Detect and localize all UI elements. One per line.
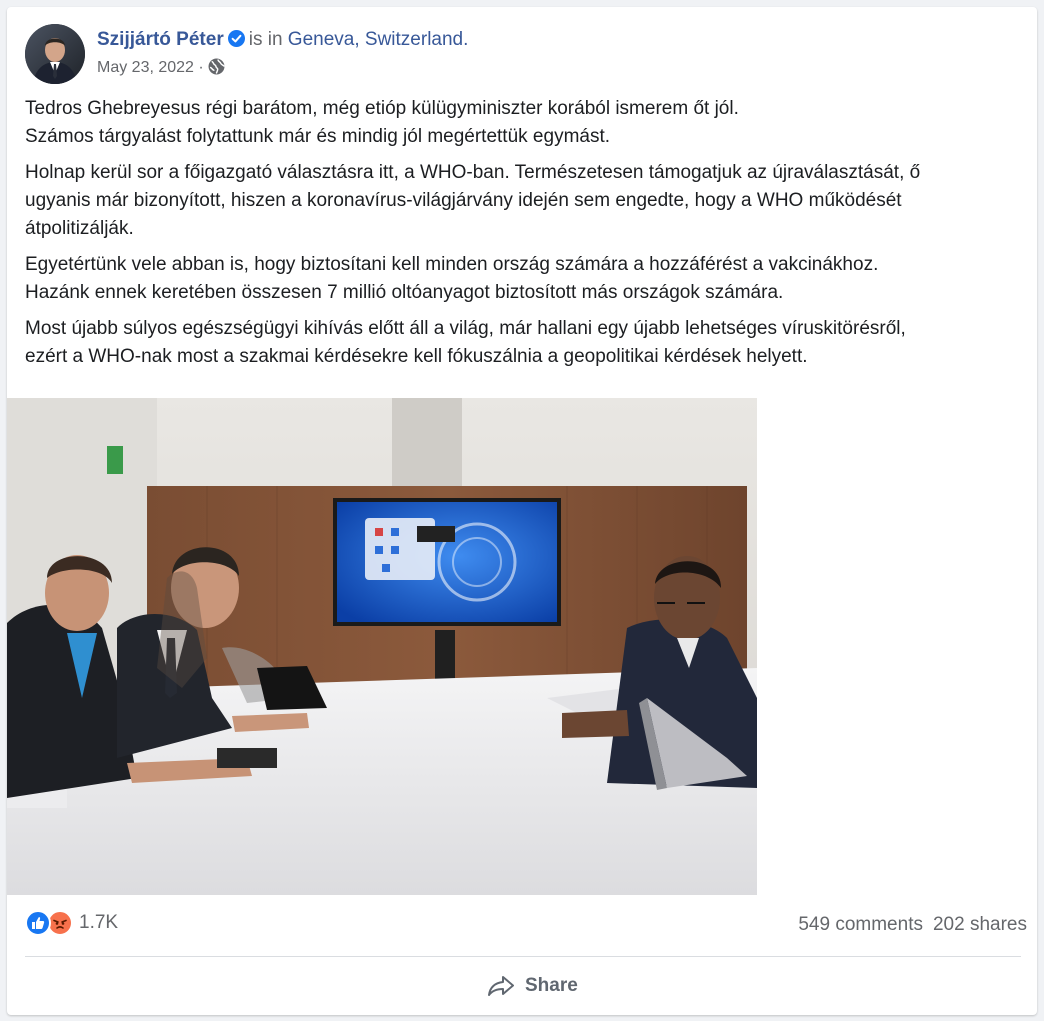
post-line: ezért a WHO-nak most a szakmai kérdésekr… [25,346,808,367]
post-paragraph: Tedros Ghebreyesus régi barátom, még eti… [25,95,1025,151]
location-link[interactable]: Geneva, Switzerland. [288,29,469,50]
reaction-count[interactable]: 1.7K [79,912,118,934]
post-paragraph: Holnap kerül sor a főigazgató választásr… [25,159,1025,243]
post-line: Tedros Ghebreyesus régi barátom, még eti… [25,98,739,119]
post-date[interactable]: May 23, 2022 [97,59,194,76]
shares-count[interactable]: 202 shares [933,914,1027,935]
meta-separator: · [198,59,204,76]
checkin-prefix: is in [248,29,283,50]
post-line: Hazánk ennek keretében összesen 7 millió… [25,282,784,303]
post-header: Szijjártó Péter is in Geneva, Switzerland… [25,24,1015,84]
post-meta: May 23, 2022 · [97,58,225,78]
post-text: Tedros Ghebreyesus régi barátom, még eti… [25,95,1025,379]
share-button[interactable]: Share [487,969,578,1003]
reactions-summary[interactable]: 1.7K [25,910,118,936]
post-line: átpolitizálják. [25,218,134,239]
engagement-counts: 549 comments 202 shares [798,914,1027,936]
post-paragraph: Most újabb súlyos egészségügyi kihívás e… [25,315,1025,371]
share-arrow-icon [488,976,514,996]
like-icon [25,910,51,936]
author-line: Szijjártó Péter is in Geneva, Switzerland… [97,28,468,52]
globe-icon[interactable] [208,58,225,75]
share-label: Share [525,975,578,996]
author-avatar[interactable] [25,24,85,84]
post-line: Most újabb súlyos egészségügyi kihívás e… [25,318,906,339]
comments-count[interactable]: 549 comments [798,914,923,935]
post-line: Holnap kerül sor a főigazgató választásr… [25,162,921,183]
verified-badge-icon [227,30,245,47]
post-stats: 1.7K 549 comments 202 shares [25,909,1027,939]
action-divider [25,956,1021,957]
post-line: Számos tárgyalást folytattunk már és min… [25,126,611,147]
post-photo[interactable] [7,398,757,895]
post-line: ugyanis már bizonyított, hiszen a korona… [25,190,902,211]
post-line: Egyetértünk vele abban is, hogy biztosít… [25,254,879,275]
meeting-photo [7,398,757,895]
avatar-image [25,24,85,84]
post-card: Szijjártó Péter is in Geneva, Switzerland… [7,7,1037,1015]
post-paragraph: Egyetértünk vele abban is, hogy biztosít… [25,251,1025,307]
author-name[interactable]: Szijjártó Péter [97,29,224,50]
